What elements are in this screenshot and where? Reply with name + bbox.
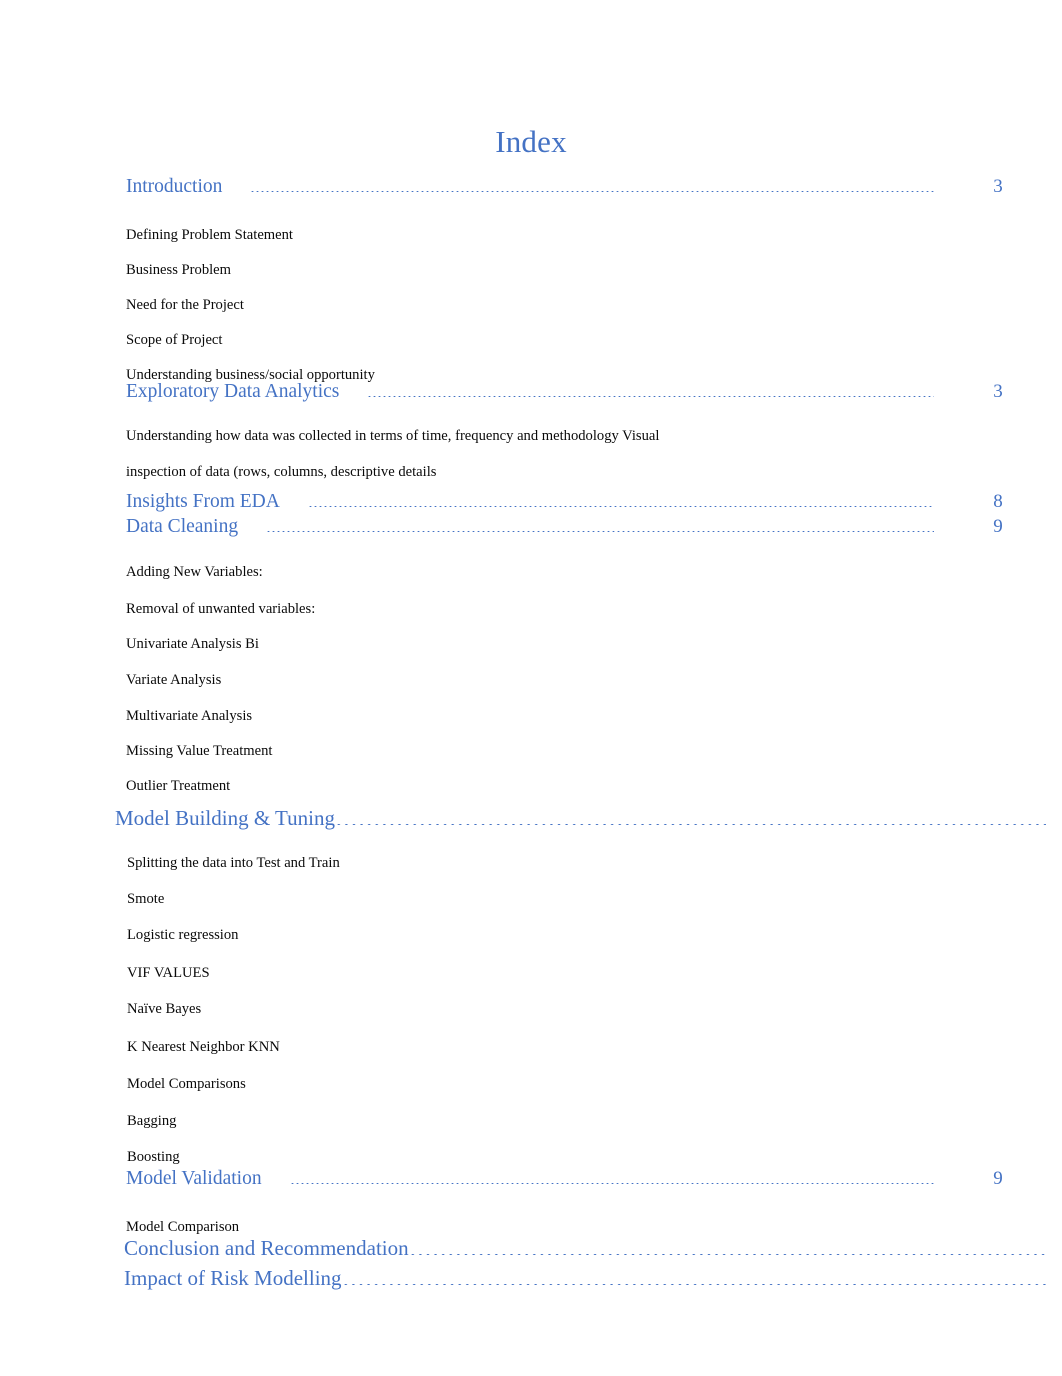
toc-entry-label: Model Validation: [126, 1168, 262, 1189]
toc-dot-leader: [334, 824, 1046, 825]
toc-entry-heading[interactable]: Introduction 3: [0, 176, 1062, 203]
toc-entry-subitem[interactable]: Multivariate Analysis: [0, 699, 1062, 734]
toc-dot-leader: [266, 531, 934, 532]
toc-entry-subitem[interactable]: Understanding how data was collected in …: [0, 419, 1062, 454]
toc-entry-subitem[interactable]: Scope of Project: [0, 323, 1062, 358]
toc-dot-leader: [408, 1254, 1046, 1255]
document-page: Index Introduction 3 Defining Problem Stat…: [0, 0, 1062, 1376]
toc-entry-heading[interactable]: Exploratory Data Analytics 3: [0, 381, 1062, 408]
toc-entry-label: Exploratory Data Analytics: [126, 381, 340, 402]
toc-entry-subitem[interactable]: Adding New Variables:: [0, 555, 1062, 590]
toc-entry-subitem[interactable]: Splitting the data into Test and Train: [0, 846, 1062, 881]
toc-dot-leader: [341, 1284, 1046, 1285]
toc-entry-heading[interactable]: Conclusion and Recommendation: [0, 1236, 1062, 1266]
toc-entry-subitem[interactable]: Defining Problem Statement: [0, 218, 1062, 253]
toc-entry-subitem[interactable]: Logistic regression: [0, 918, 1062, 953]
toc-entry-subitem[interactable]: K Nearest Neighbor KNN: [0, 1030, 1062, 1065]
toc-entry-label: Impact of Risk Modelling: [124, 1266, 342, 1290]
toc-page-number: 3: [993, 176, 1003, 197]
toc-entry-subitem[interactable]: Missing Value Treatment: [0, 734, 1062, 769]
toc-dot-leader: [367, 396, 934, 397]
toc-entry-heading[interactable]: Impact of Risk Modelling: [0, 1266, 1062, 1296]
toc-dot-leader: [250, 191, 934, 192]
toc-entry-subitem[interactable]: Outlier Treatment: [0, 769, 1062, 804]
toc-entry-subitem[interactable]: Univariate Analysis Bi: [0, 627, 1062, 662]
toc-entry-heading[interactable]: Model Building & Tuning: [0, 806, 1062, 836]
toc-page-number: 9: [993, 516, 1003, 537]
toc-entry-label: Insights From EDA: [126, 491, 280, 512]
toc-entry-label: Introduction: [126, 176, 223, 197]
toc-dot-leader: [289, 1183, 934, 1184]
toc-entry-heading[interactable]: Model Validation 9: [0, 1168, 1062, 1195]
toc-entry-subitem[interactable]: Need for the Project: [0, 288, 1062, 323]
toc-page-number: 8: [993, 491, 1003, 512]
toc-entry-label: Model Building & Tuning: [115, 806, 335, 830]
toc-entry-heading[interactable]: Insights From EDA 8: [0, 491, 1062, 516]
toc-page-number: 3: [993, 381, 1003, 402]
toc-entry-subitem[interactable]: Removal of unwanted variables:: [0, 592, 1062, 627]
toc-page-number: 9: [993, 1168, 1003, 1189]
page-title: Index: [495, 124, 567, 159]
toc-entry-label: Conclusion and Recommendation: [124, 1236, 409, 1260]
toc-entry-subitem[interactable]: Variate Analysis: [0, 663, 1062, 698]
toc-entry-subitem[interactable]: VIF VALUES: [0, 956, 1062, 991]
toc-dot-leader: [307, 506, 934, 507]
toc-entry-subitem[interactable]: Bagging: [0, 1104, 1062, 1139]
toc-entry-heading[interactable]: Data Cleaning 9: [0, 516, 1062, 541]
toc-entry-subitem[interactable]: Smote: [0, 882, 1062, 917]
toc-entry-subitem[interactable]: Model Comparisons: [0, 1067, 1062, 1102]
toc-entry-label: Data Cleaning: [126, 516, 239, 537]
toc-entry-subitem[interactable]: Naïve Bayes: [0, 992, 1062, 1027]
toc-entry-subitem[interactable]: Business Problem: [0, 253, 1062, 288]
toc-entry-subitem[interactable]: inspection of data (rows, columns, descr…: [0, 455, 1062, 490]
